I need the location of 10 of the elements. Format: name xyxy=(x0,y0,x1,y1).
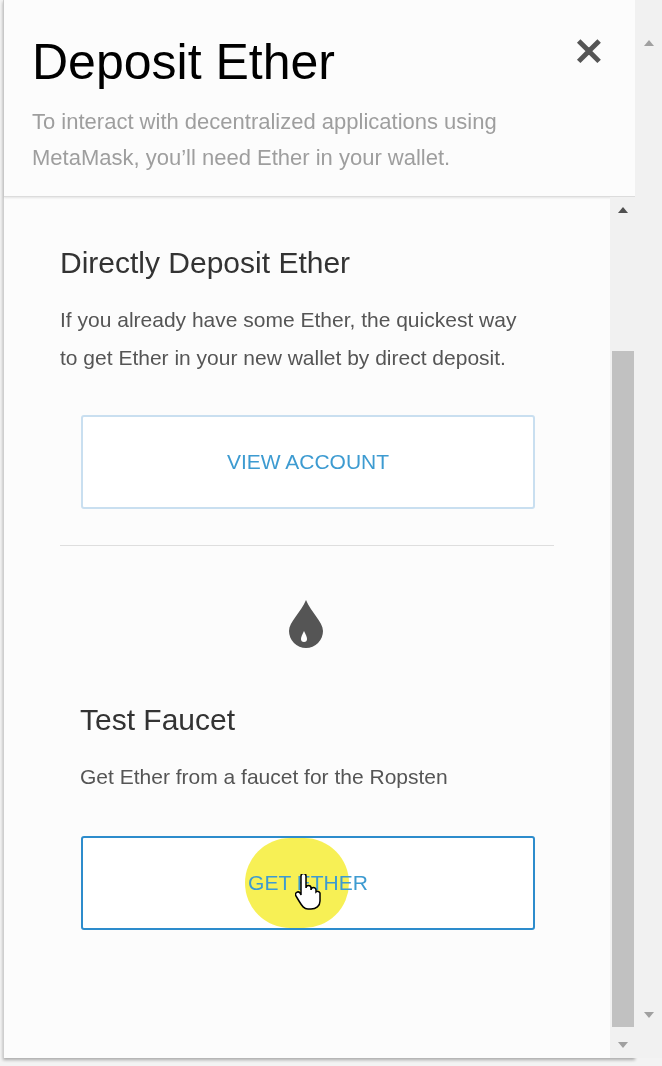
section-text: Get Ether from a faucet for the Ropsten xyxy=(79,764,449,790)
section-title: Directly Deposit Ether xyxy=(59,245,352,281)
section-text: If you already have some Ether, the quickest way to get Ether in your new wallet by direct deposit. xyxy=(59,307,518,371)
drop-icon xyxy=(289,600,323,648)
dialog-subtitle: To interact with decentralized applications using MetaMask, you’ll need Ether in your wallet. xyxy=(32,108,498,172)
close-button[interactable]: ✕ xyxy=(573,30,605,74)
action-button[interactable]: VIEW ACCOUNT xyxy=(81,415,535,509)
scrollbar[interactable] xyxy=(610,197,635,1058)
section-title: Test Faucet xyxy=(79,702,236,738)
dialog-title: Deposit Ether xyxy=(32,33,335,92)
